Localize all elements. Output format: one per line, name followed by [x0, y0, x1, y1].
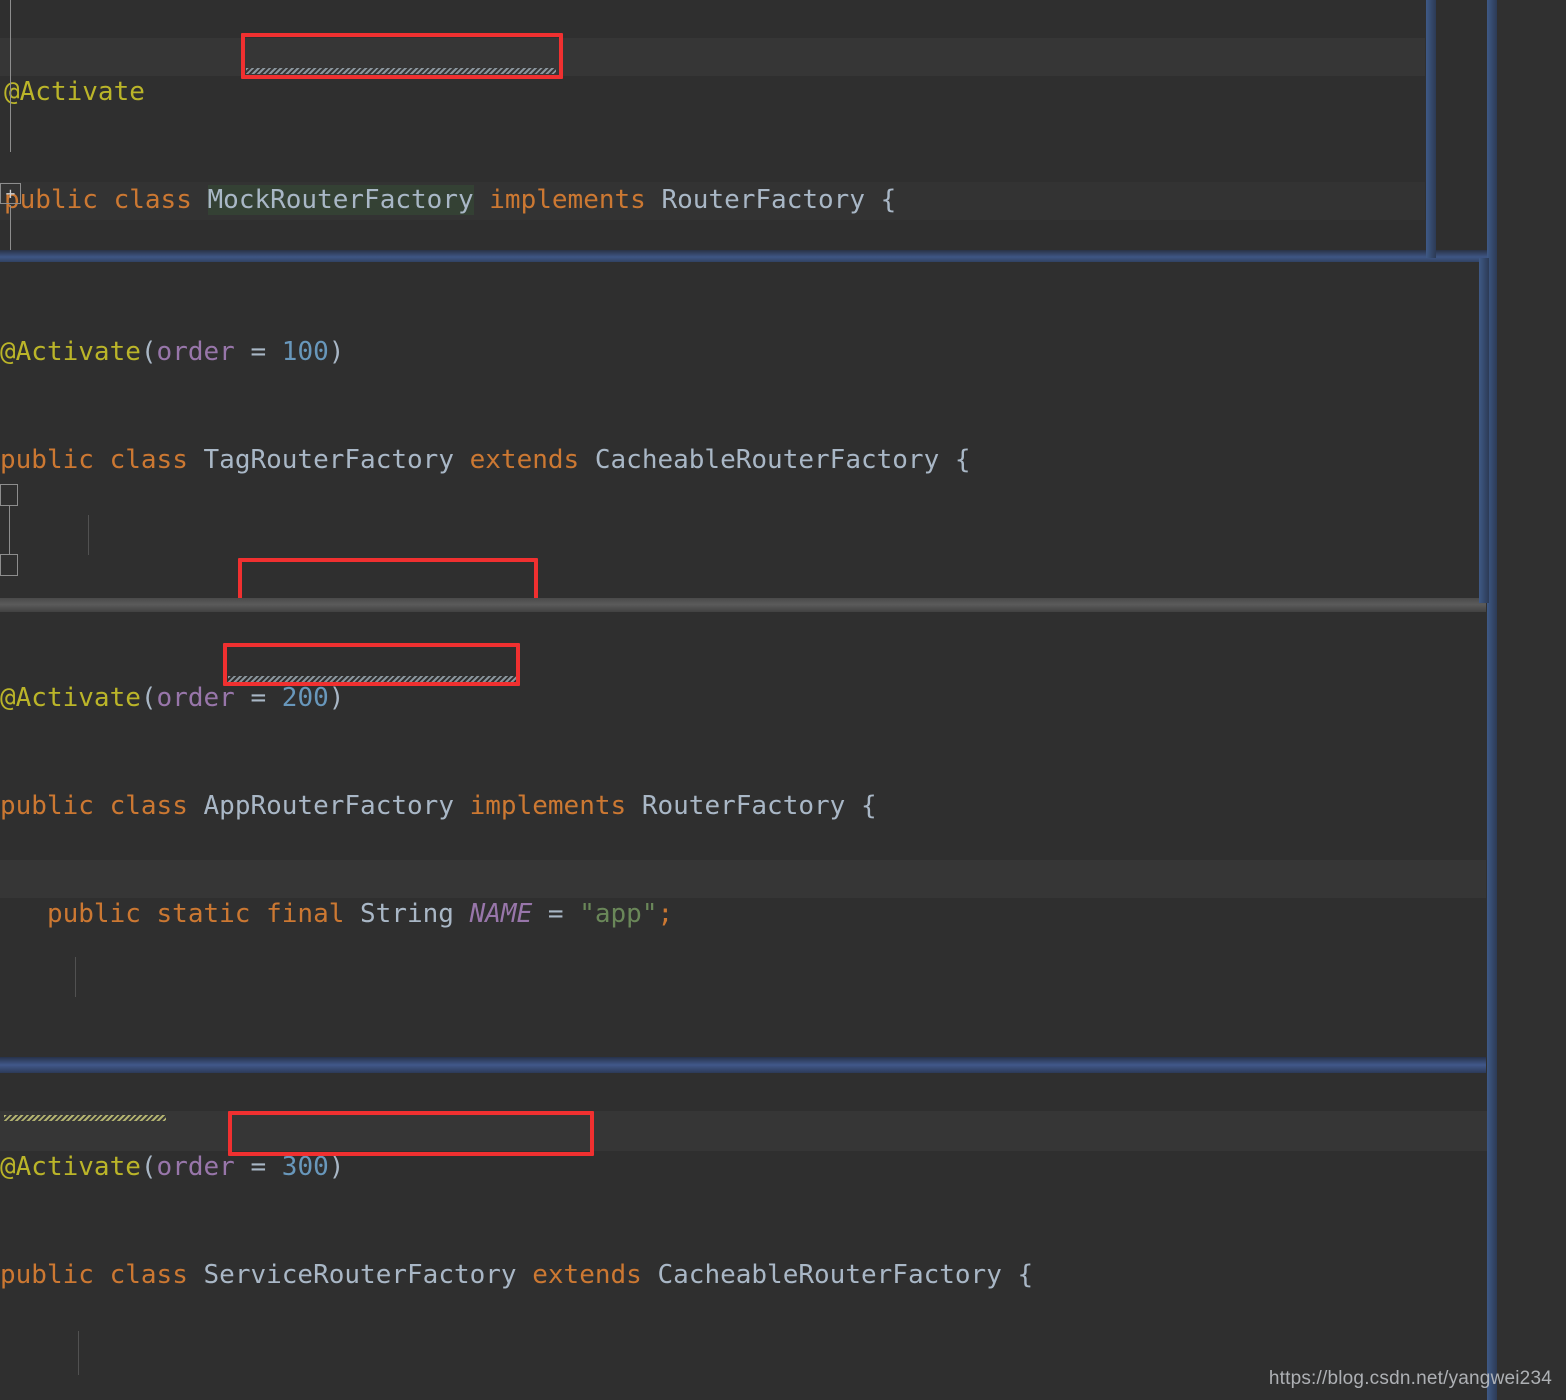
- code-text-service: @Activate(order = 300) public class Serv…: [0, 1077, 1346, 1400]
- gutter-fold-line: [10, 205, 11, 257]
- code-line: public class MockRouterFactory implement…: [4, 185, 897, 215]
- code-block-mock-router-factory: @Activate public class MockRouterFactory…: [0, 0, 1566, 258]
- gutter-fold-region-icon[interactable]: [0, 554, 18, 576]
- code-text-app: @Activate(order = 200) public class AppR…: [0, 612, 1268, 1057]
- indent-guide: [75, 957, 76, 997]
- code-line: @Activate(order = 200): [0, 683, 345, 713]
- code-line: public class TagRouterFactory extends Ca…: [0, 445, 971, 475]
- block-separator-glow: [0, 1057, 1486, 1073]
- gutter-fold-region-icon[interactable]: [0, 484, 18, 506]
- code-line: @Activate(order = 300): [0, 1152, 345, 1182]
- gutter-fold-line: [10, 0, 11, 152]
- gutter-fold-expand-icon[interactable]: +: [0, 183, 21, 204]
- code-line: public class AppRouterFactory implements…: [0, 791, 877, 821]
- gutter-fold-line: [9, 506, 10, 554]
- code-block-app-router-factory: @Activate(order = 200) public class AppR…: [0, 612, 1566, 1057]
- code-line: @Activate(order = 100): [0, 337, 345, 367]
- code-text-mock: @Activate public class MockRouterFactory…: [4, 2, 1241, 258]
- code-line: public class ServiceRouterFactory extend…: [0, 1260, 1034, 1290]
- indent-guide: [88, 515, 89, 555]
- code-text-tag: @Activate(order = 100) public class TagR…: [0, 262, 1284, 600]
- indent-guide: [78, 1331, 79, 1375]
- code-line: @Activate: [4, 77, 145, 107]
- code-block-service-router-factory: @Activate(order = 300) public class Serv…: [0, 1073, 1566, 1400]
- code-block-tag-router-factory: @Activate(order = 100) public class TagR…: [0, 262, 1566, 600]
- code-editor-canvas: @Activate public class MockRouterFactory…: [0, 0, 1566, 1400]
- watermark-url: https://blog.csdn.net/yangwei234: [1268, 1368, 1552, 1389]
- code-line: public static final String NAME = "app";: [0, 899, 674, 929]
